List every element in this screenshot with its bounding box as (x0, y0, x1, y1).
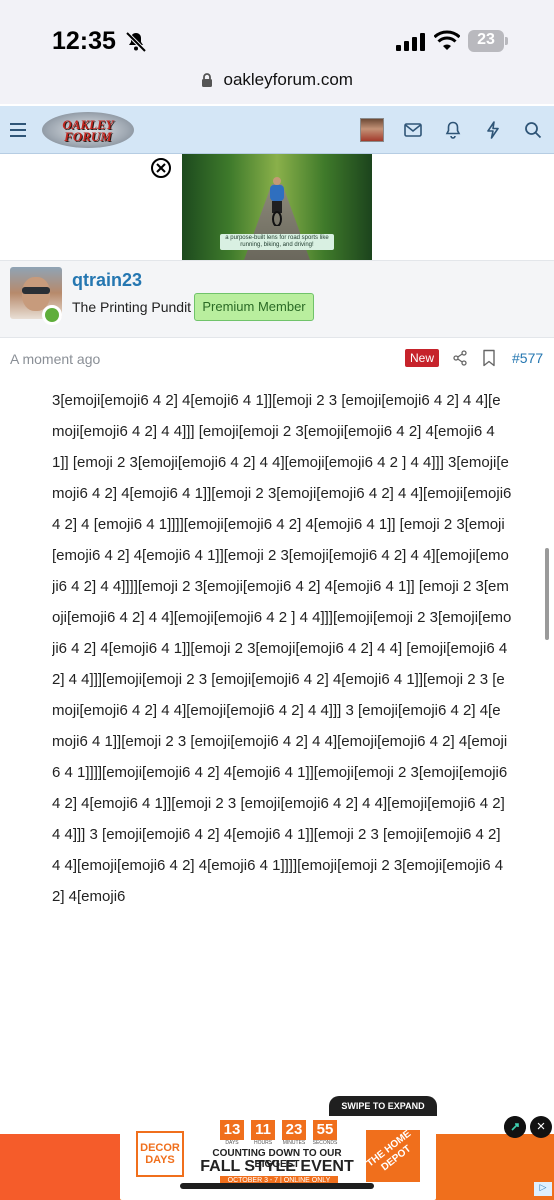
site-logo[interactable]: OAKLEY FORUM (42, 112, 134, 148)
ad-left-panel (0, 1134, 120, 1200)
post-number-link[interactable]: #577 (512, 350, 543, 366)
wifi-icon (434, 30, 460, 50)
countdown-minutes-label: MINUTES (282, 1140, 306, 1146)
ad-choices-icon[interactable]: ▷ (534, 1182, 552, 1196)
url-text: oakleyforum.com (223, 70, 353, 89)
decor-days-logo: DECOR DAYS (136, 1131, 184, 1177)
lightning-icon[interactable] (483, 120, 503, 140)
online-status-icon (42, 305, 62, 325)
scrollbar[interactable] (545, 548, 549, 640)
logo-line-2: FORUM (64, 129, 112, 144)
post-body: 3[emoji[emoji6 4 2] 4[emoji6 4 1]][emoji… (52, 385, 512, 1137)
home-indicator[interactable] (180, 1183, 374, 1189)
share-icon[interactable] (452, 350, 468, 366)
account-avatar[interactable] (360, 118, 384, 142)
ad-close-icon[interactable] (150, 157, 172, 179)
ad-banner[interactable]: a purpose-built lens for road sports lik… (182, 154, 372, 260)
countdown-days: 13 (220, 1120, 244, 1140)
ad-headline: FALL STYLE EVENT (200, 1158, 354, 1175)
site-header: OAKLEY FORUM (0, 106, 554, 154)
cyclist-figure (270, 177, 284, 226)
countdown-hours: 11 (251, 1120, 275, 1140)
search-icon[interactable] (523, 120, 543, 140)
battery-level: 23 (477, 31, 495, 48)
signal-icon (396, 33, 425, 51)
premium-member-badge: Premium Member (194, 293, 314, 321)
post-meta-bar: A moment ago New #577 (0, 338, 554, 378)
bell-icon[interactable] (443, 120, 463, 140)
post-body-text: 3[emoji[emoji6 4 2] 4[emoji6 4 1]][emoji… (52, 392, 512, 905)
new-badge: New (405, 349, 439, 367)
status-time: 12:35 (52, 27, 116, 55)
countdown-minutes: 23 (282, 1120, 306, 1140)
countdown-days-label: DAYS (225, 1140, 239, 1146)
swipe-label: SWIPE TO EXPAND (341, 1101, 425, 1111)
info-icon[interactable] (504, 1116, 526, 1138)
home-depot-text: THE HOME DEPOT (364, 1128, 414, 1174)
author-username[interactable]: qtrain23 (72, 270, 142, 291)
home-depot-logo: THE HOME DEPOT (364, 1128, 420, 1182)
ad-caption: a purpose-built lens for road sports lik… (220, 234, 334, 250)
swipe-to-expand[interactable]: SWIPE TO EXPAND (329, 1096, 437, 1116)
countdown-seconds: 55 (313, 1120, 337, 1140)
lock-icon (202, 73, 213, 87)
logo-text: OAKLEY FORUM (42, 118, 134, 144)
countdown-seconds-label: SECONDS (312, 1140, 338, 1146)
battery-icon: 23 (468, 30, 508, 52)
screen: 12:35 23 oakleyforum.com OAKLEY FORUM a … (0, 0, 554, 1200)
menu-icon[interactable] (10, 123, 26, 137)
status-bar: 12:35 23 (0, 0, 554, 78)
author-title: The Printing Pundit (72, 299, 192, 315)
mail-icon[interactable] (403, 120, 423, 140)
bookmark-icon[interactable] (482, 349, 496, 367)
bell-off-icon (125, 31, 147, 53)
address-bar[interactable]: oakleyforum.com (0, 70, 554, 104)
countdown-hours-label: HOURS (253, 1140, 273, 1146)
countdown-timer: 13 11 23 55 DAYS HOURS MINUTES SECONDS (220, 1120, 338, 1146)
close-icon[interactable]: × (530, 1116, 552, 1138)
post-timestamp[interactable]: A moment ago (10, 351, 100, 367)
